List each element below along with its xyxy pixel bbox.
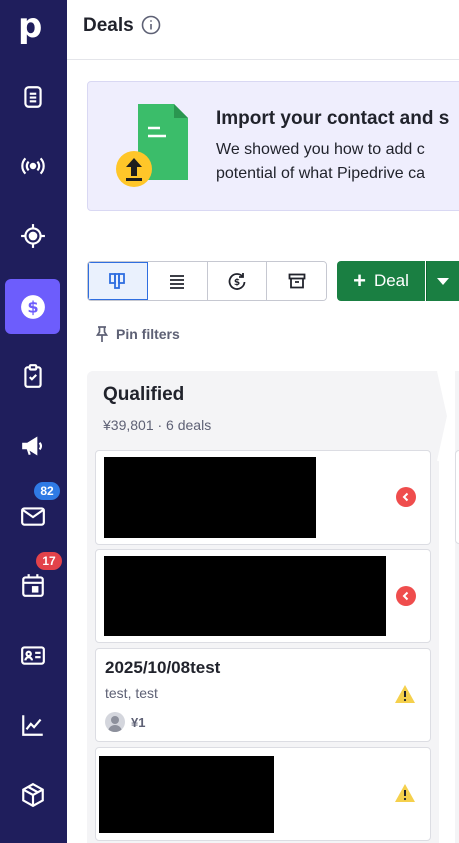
clipboard-check-icon bbox=[23, 363, 42, 388]
deal-meta: ¥1 bbox=[105, 712, 145, 732]
sidebar: p $ 82 17 bbox=[0, 0, 67, 843]
deal-title: 2025/10/08test bbox=[105, 658, 221, 677]
chevron-down-icon bbox=[436, 277, 449, 285]
dollar-icon: $ bbox=[20, 294, 45, 319]
pin-filters-button[interactable]: Pin filters bbox=[94, 325, 180, 343]
mail-icon bbox=[20, 506, 45, 526]
forecast-view-icon: $ bbox=[228, 273, 246, 290]
info-icon[interactable] bbox=[141, 15, 161, 35]
calendar-icon bbox=[21, 573, 44, 597]
broadcast-icon bbox=[20, 157, 45, 174]
owner-avatar bbox=[105, 712, 125, 732]
next-pipeline-stage bbox=[455, 371, 459, 843]
archive-icon bbox=[288, 273, 306, 289]
chart-line-icon bbox=[21, 714, 43, 736]
plus-icon: + bbox=[353, 268, 366, 293]
box-icon bbox=[21, 782, 44, 807]
add-deal-dropdown[interactable] bbox=[426, 261, 459, 301]
stage-title: Qualified bbox=[103, 384, 185, 405]
chevron-left-icon bbox=[402, 591, 409, 601]
sidebar-item-leads[interactable] bbox=[5, 69, 60, 124]
sidebar-item-insights[interactable] bbox=[5, 697, 60, 752]
sidebar-item-deals[interactable]: $ bbox=[5, 279, 60, 334]
chevron-left-icon bbox=[402, 492, 409, 502]
calendar-badge: 17 bbox=[36, 552, 62, 570]
pin-filters-label: Pin filters bbox=[116, 326, 180, 342]
pipedrive-logo[interactable]: p bbox=[18, 8, 48, 44]
svg-text:$: $ bbox=[27, 297, 38, 316]
banner-description: We showed you how to add c potential of … bbox=[216, 138, 459, 186]
deal-card[interactable] bbox=[95, 549, 431, 643]
add-deal-button[interactable]: + Deal bbox=[337, 261, 425, 301]
sidebar-item-marketing[interactable] bbox=[5, 418, 60, 473]
stage-summary: ¥39,801 · 6 deals bbox=[103, 417, 212, 433]
import-document-icon bbox=[116, 104, 188, 187]
archive-view-button[interactable] bbox=[267, 262, 326, 300]
import-banner: Import your contact and s We showed you … bbox=[87, 81, 459, 211]
overdue-status-icon[interactable] bbox=[396, 487, 416, 507]
deal-value: ¥1 bbox=[131, 714, 146, 730]
sidebar-item-products[interactable] bbox=[5, 767, 60, 822]
overdue-status-icon[interactable] bbox=[396, 586, 416, 606]
contact-card-icon bbox=[20, 645, 45, 665]
list-view-icon bbox=[170, 275, 185, 289]
warning-icon[interactable] bbox=[394, 783, 416, 803]
sidebar-item-activities[interactable] bbox=[5, 348, 60, 403]
deal-card[interactable]: 2025/10/08test test, test ¥1 bbox=[95, 648, 431, 742]
sidebar-item-contacts[interactable] bbox=[5, 627, 60, 682]
redacted-content bbox=[104, 457, 316, 538]
deal-card[interactable] bbox=[95, 747, 431, 841]
deal-organization: test, test bbox=[105, 685, 158, 701]
pipeline-view-icon bbox=[109, 273, 126, 289]
add-deal-label: Deal bbox=[373, 271, 409, 290]
sidebar-item-projects[interactable] bbox=[5, 208, 60, 263]
top-header: Deals bbox=[67, 0, 459, 60]
view-switcher: $ bbox=[87, 261, 327, 301]
document-list-icon bbox=[23, 85, 42, 108]
forecast-view-button[interactable]: $ bbox=[207, 262, 268, 300]
warning-icon[interactable] bbox=[394, 684, 416, 704]
list-view-button[interactable] bbox=[147, 262, 208, 300]
next-stage-deal-card[interactable] bbox=[455, 450, 459, 544]
pin-icon bbox=[95, 326, 109, 342]
page-title: Deals bbox=[83, 15, 134, 36]
megaphone-icon bbox=[21, 435, 42, 456]
banner-line-2: potential of what Pipedrive ca bbox=[216, 165, 426, 182]
banner-line-1: We showed you how to add c bbox=[216, 141, 425, 158]
stage-separator-arrow bbox=[430, 371, 450, 843]
redacted-content bbox=[99, 756, 274, 833]
sidebar-item-campaigns[interactable] bbox=[5, 138, 60, 193]
target-icon bbox=[20, 223, 45, 248]
pipeline-view-button[interactable] bbox=[88, 262, 148, 300]
deal-card[interactable] bbox=[95, 450, 431, 545]
redacted-content bbox=[104, 556, 386, 636]
mail-unread-badge: 82 bbox=[34, 482, 60, 500]
svg-text:$: $ bbox=[234, 278, 240, 288]
banner-title: Import your contact and s bbox=[216, 108, 450, 129]
